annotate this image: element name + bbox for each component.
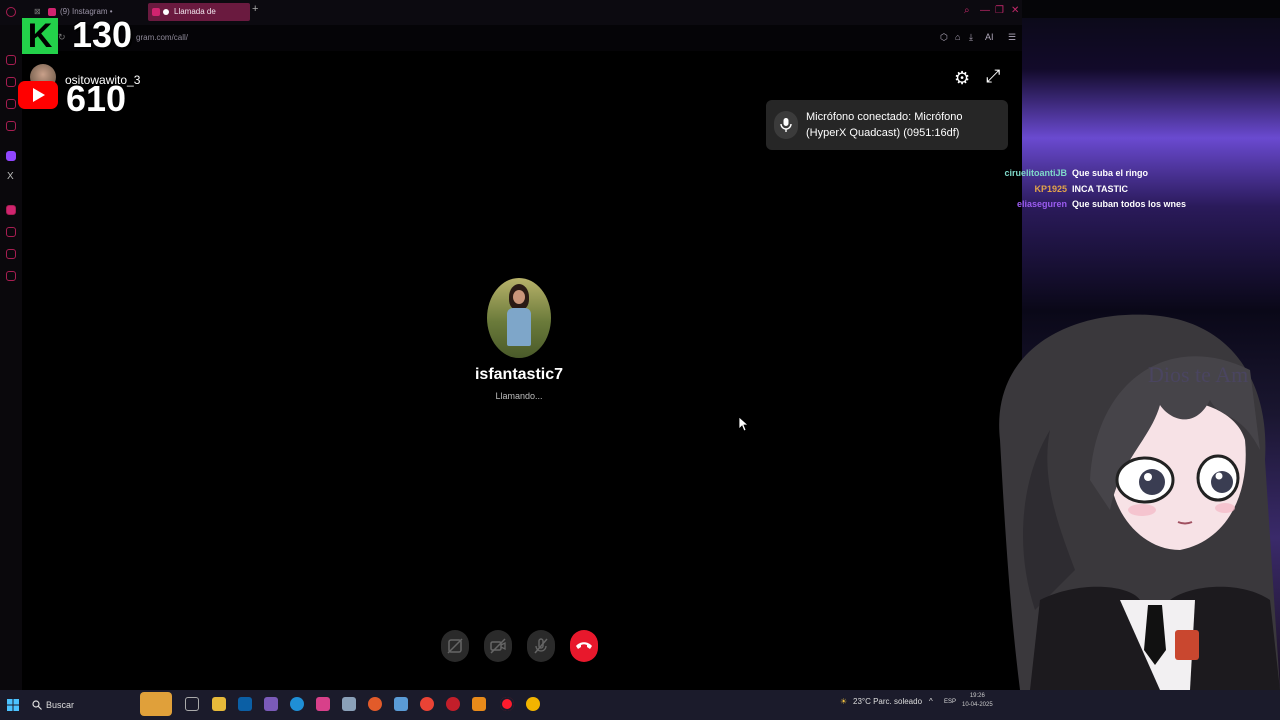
mic-connected-toast: Micrófono conectado: Micrófono (HyperX Q… [766,100,1008,150]
instagram-favicon-icon [48,8,56,16]
stream-banner-text: Dios te Am [1148,362,1249,387]
taskbar-clock[interactable]: 19:26 10-04-2025 [962,692,993,710]
share-screen-button[interactable] [441,630,469,662]
share-screen-icon [447,638,463,654]
chat-username: KP1925 [1034,183,1067,194]
url-field[interactable]: gram.com/call/ [136,33,188,42]
instagram-favicon-icon [152,8,160,16]
reload-icon[interactable]: ↻ [58,32,66,43]
instagram-icon[interactable] [6,205,16,215]
sidebar-app-icon[interactable] [6,55,16,65]
app-icon[interactable] [264,697,278,711]
ai-button[interactable]: AI [985,32,994,42]
search-icon [32,700,42,710]
chat-username: ciruelitoantiJB [1004,168,1067,178]
download-icon[interactable]: ⤓ [969,32,973,43]
minimize-button[interactable]: — [980,5,990,16]
youtube-logo-icon [18,81,58,109]
sidebar-app-icon[interactable] [6,227,16,237]
opera-icon[interactable] [500,697,514,711]
mic-toast-text: Micrófono conectado: Micrófono (HyperX Q… [806,111,963,139]
windows-start-icon[interactable] [7,699,19,711]
call-status: Llamando... [495,391,543,401]
sidebar-app-icon[interactable] [6,121,16,131]
app-icon[interactable] [472,697,486,711]
caller-name: isfantastic7 [474,366,564,383]
screen: ⊠ (9) Instagram • Mensajes Llamada de In… [0,0,1280,720]
sidebar-app-icon[interactable] [6,99,16,109]
taskbar-search[interactable]: Buscar [26,692,176,716]
chat-message: ciruelitoantiJB Que suba el ringo [990,166,1270,182]
chat-username: eliaseguren [1016,199,1067,209]
opera-logo-icon[interactable] [6,7,16,17]
language-indicator[interactable]: ESP [944,699,956,705]
weather-icon: ☀ [840,697,848,706]
tray-overflow-icon[interactable]: ^ [929,697,933,706]
address-bar-row: ↻ gram.com/call/ ⬡ ⌂ ⤓ AI ☰ [0,25,1022,51]
tab-bar: ⊠ (9) Instagram • Mensajes Llamada de In… [0,0,1022,34]
tab-instagram-call[interactable]: Llamada de Instagram [148,3,250,34]
kick-logo: K [22,18,58,54]
extension-icon[interactable]: ⬡ [940,32,948,43]
task-view-icon[interactable] [185,697,199,711]
microphone-icon [774,111,798,139]
vegas-app-icon[interactable] [238,697,252,711]
chat-text: INCA TASTIC [1072,183,1128,194]
app-icon[interactable] [526,697,540,711]
windows-taskbar: Buscar ☀ 23°C Parc. soleado ^ ESP 19:26 … [0,690,1280,720]
close-window-button[interactable]: ✕ [1011,5,1019,16]
x-twitter-icon[interactable]: X [7,171,14,182]
sidebar-app-icon[interactable] [6,77,16,87]
weather-text[interactable]: 23°C Parc. soleado [853,697,922,706]
gear-icon[interactable]: ⚙ [954,68,970,89]
chat-text: Que suba el ringo [1072,168,1149,178]
sidebar-app-icon[interactable] [6,249,16,259]
chat-message: KP1925 INCA TASTIC [990,182,1270,198]
app-icon[interactable] [394,697,408,711]
maximize-button[interactable]: ❐ [995,5,1004,16]
hang-up-icon [576,642,592,649]
kick-viewer-count: 130 [72,14,133,55]
app-icon[interactable] [316,697,330,711]
search-tabs-icon[interactable]: ⌕ [964,5,970,16]
clock-time: 19:26 [969,693,985,699]
mic-off-icon [534,638,548,654]
chat-message: eliaseguren Que suban todos los wnes [990,197,1270,213]
stream-chat: ciruelitoantiJB Que suba el ringo KP1925… [990,166,1270,213]
lock-icon[interactable]: ⌂ [955,32,960,42]
clock-date: 10-04-2025 [962,702,993,708]
browser-sidebar: X [0,25,22,690]
mute-button[interactable] [527,630,555,662]
caller-avatar [487,278,551,358]
settings-sidebar-icon[interactable] [6,271,16,281]
youtube-viewer-count: 610 [66,78,127,119]
app-icon[interactable] [446,697,460,711]
video-off-icon [490,638,506,654]
firefox-icon[interactable] [368,697,382,711]
stream-top-bar [1022,0,1280,18]
app-icon[interactable] [342,697,356,711]
file-explorer-icon[interactable] [212,697,226,711]
chrome-icon[interactable] [420,697,434,711]
camera-toggle-button[interactable] [484,630,512,662]
search-placeholder: Buscar [46,700,75,710]
fullscreen-icon[interactable]: ⤢ [986,66,1000,87]
end-call-button[interactable] [570,630,598,662]
search-highlight-icon [140,692,172,716]
mouse-cursor-icon [738,416,750,432]
audio-icon [163,9,169,15]
chat-text: Que suban todos los wnes [1072,199,1187,209]
new-tab-button[interactable]: + [252,3,258,15]
menu-icon[interactable]: ☰ [1008,32,1016,43]
twitch-icon[interactable] [6,151,16,161]
browser-window: ⊠ (9) Instagram • Mensajes Llamada de In… [0,0,1022,690]
edge-icon[interactable] [290,697,304,711]
